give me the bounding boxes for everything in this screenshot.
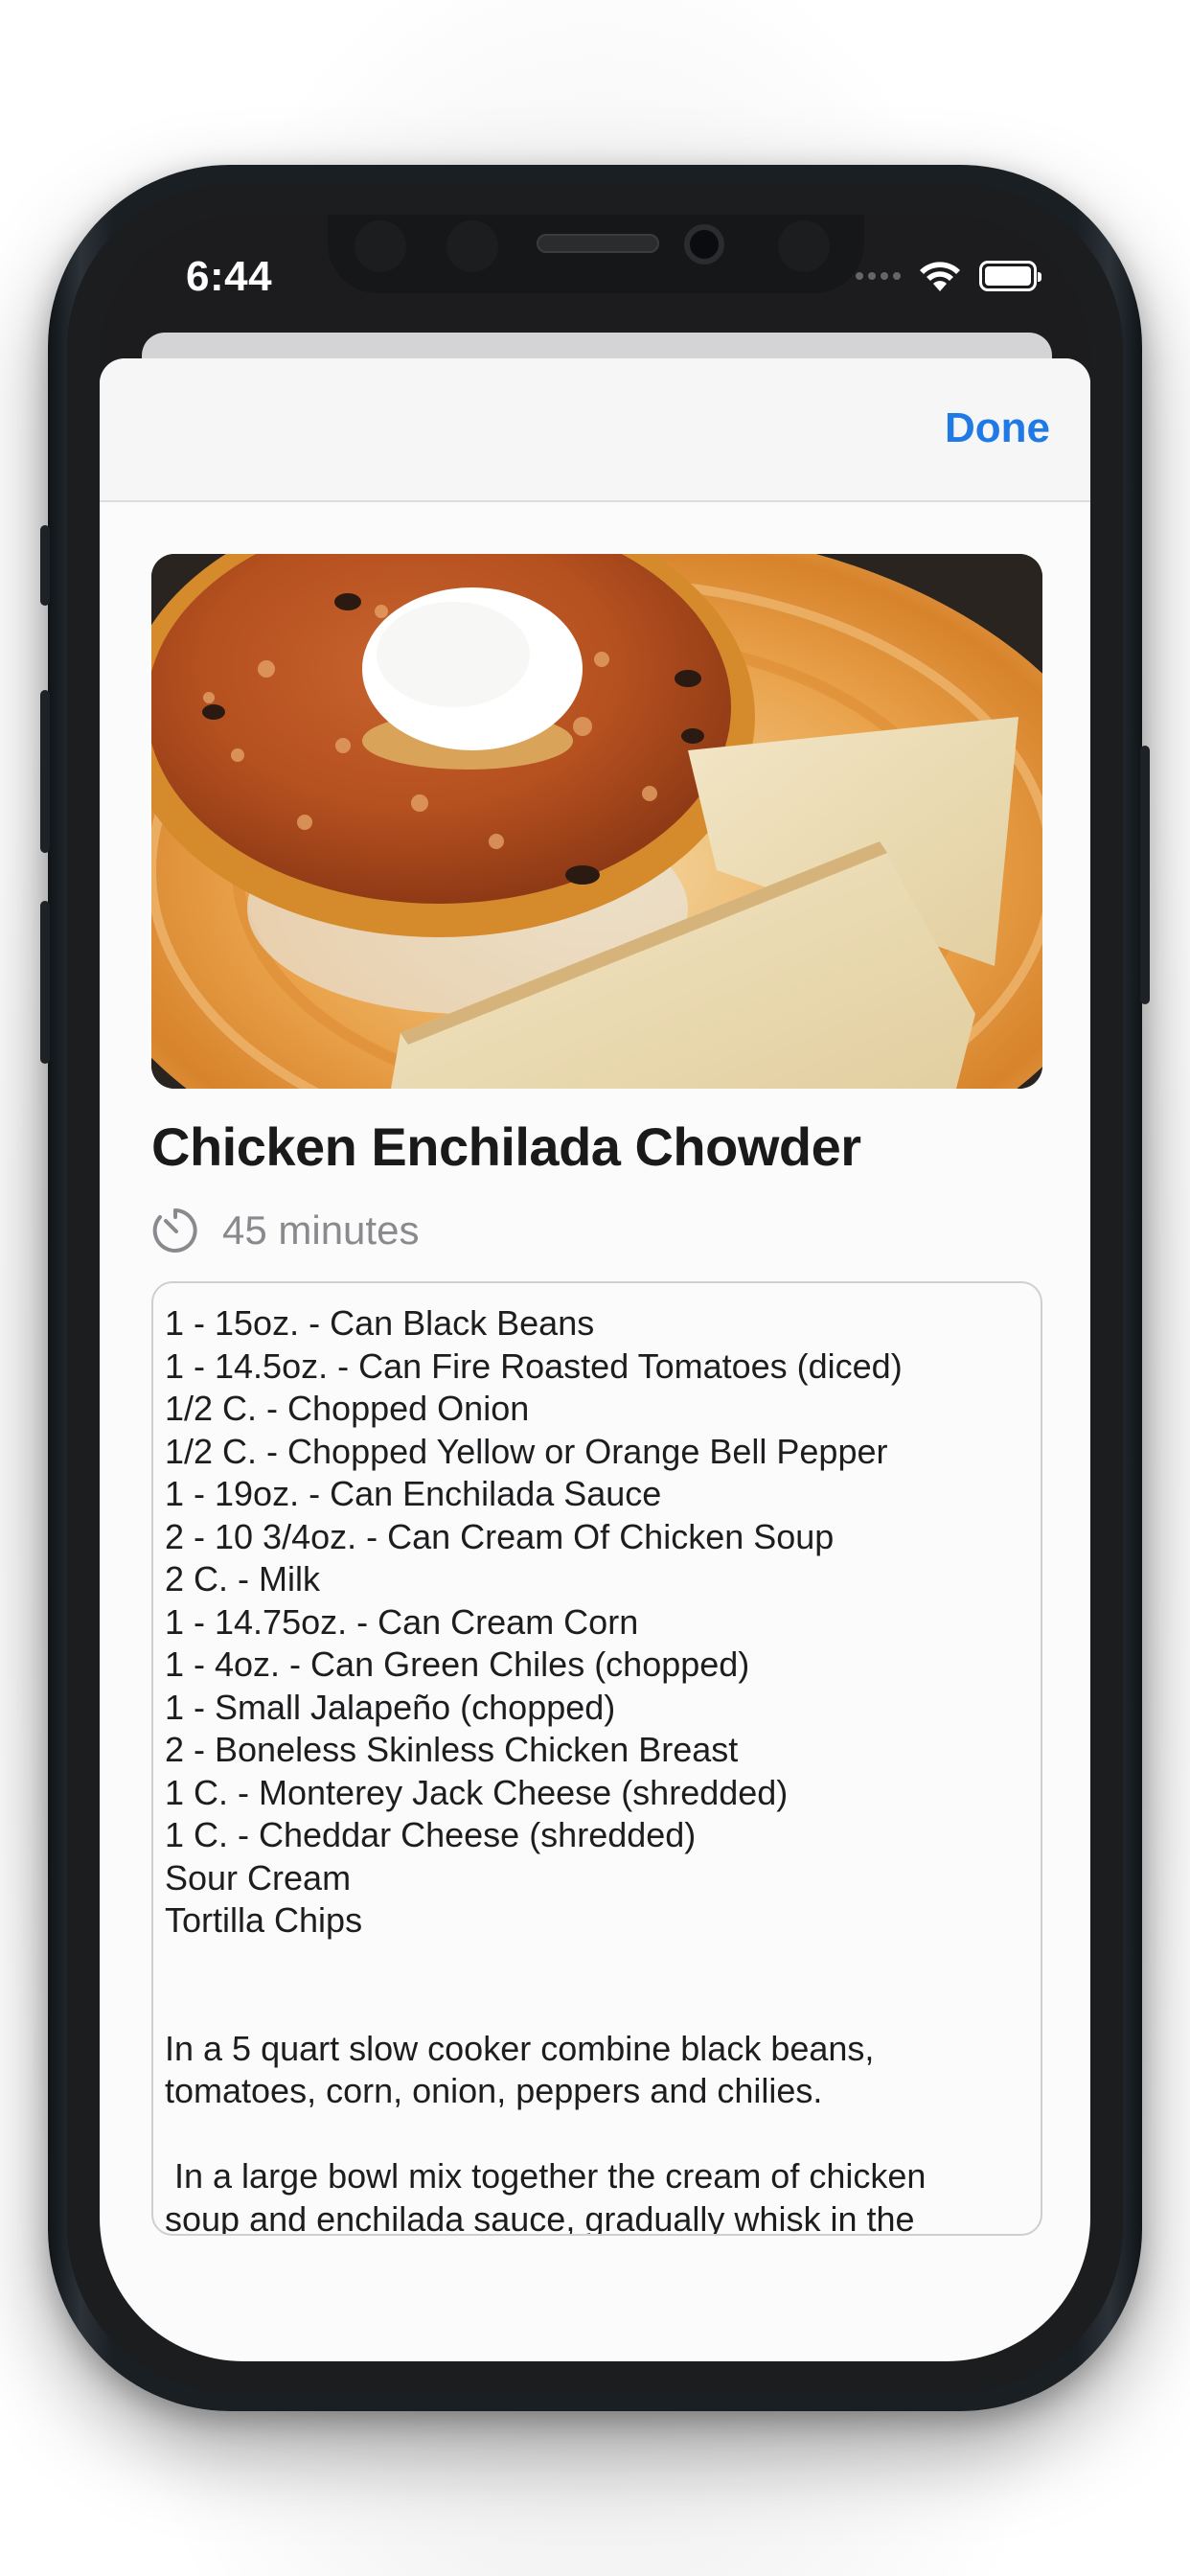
sheet-navigation-bar: Done	[100, 358, 1090, 502]
recipe-content: Chicken Enchilada Chowder 45 minutes 1 -…	[151, 554, 1042, 2236]
sensor-dot	[446, 220, 498, 272]
recipe-text-area[interactable]: 1 - 15oz. - Can Black Beans 1 - 14.5oz. -…	[151, 1281, 1042, 2236]
side-button	[40, 525, 50, 606]
recipe-text-line	[165, 1943, 1029, 1986]
recipe-text-line	[165, 2113, 1029, 2156]
phone-screen: 6:44 Done Chicken Enchilada Chowder 45 m…	[100, 215, 1090, 2361]
power-button	[1140, 746, 1150, 1004]
wifi-icon	[920, 262, 960, 291]
duration-label: 45 minutes	[222, 1208, 420, 1253]
volume-up-button	[40, 690, 50, 853]
recipe-text-line: soup and enchilada sauce, gradually whis…	[165, 2198, 915, 2236]
notch	[328, 215, 864, 293]
sensor-dot	[355, 220, 406, 272]
recipe-text-line: 2 - Boneless Skinless Chicken Breast	[165, 1730, 739, 1769]
recipe-text-line: 1 - Small Jalapeño (chopped)	[165, 1687, 616, 1727]
recipe-text-line: 1/2 C. - Chopped Yellow or Orange Bell P…	[165, 1431, 888, 1471]
cellular-signal-icon	[856, 272, 901, 280]
recipe-duration: 45 minutes	[151, 1207, 1042, 1254]
recipe-text-line: Sour Cream	[165, 1857, 352, 1898]
recipe-text-line: 1 C. - Cheddar Cheese (shredded)	[165, 1815, 697, 1854]
done-button[interactable]: Done	[945, 404, 1050, 452]
timer-icon	[152, 1208, 197, 1253]
recipe-text-line: 1 - 4oz. - Can Green Chiles (chopped)	[165, 1644, 750, 1684]
device-frame-background: 6:44 Done Chicken Enchilada Chowder 45 m…	[0, 0, 1190, 2576]
status-icons	[856, 257, 1041, 295]
volume-down-button	[40, 901, 50, 1064]
front-camera	[684, 224, 724, 264]
recipe-text-line: tomatoes, corn, onion, peppers and chili…	[165, 2071, 823, 2110]
recipe-text-line: Tortilla Chips	[165, 1900, 363, 1940]
recipe-photo	[151, 554, 1042, 1089]
recipe-text-line: In a large bowl mix together the cream o…	[165, 2156, 927, 2196]
recipe-text-line: 1 - 15oz. - Can Black Beans	[165, 1303, 595, 1343]
sensor-dot	[778, 220, 830, 272]
recipe-text-line: 1 - 14.5oz. - Can Fire Roasted Tomatoes …	[165, 1346, 903, 1386]
recipe-text-line	[165, 1985, 1029, 2028]
recipe-text-line: 1 - 19oz. - Can Enchilada Sauce	[165, 1474, 662, 1513]
recipe-text-line: 2 C. - Milk	[165, 1559, 320, 1598]
recipe-text-line: 2 - 10 3/4oz. - Can Cream Of Chicken Sou…	[165, 1516, 835, 1556]
earpiece-speaker	[537, 234, 659, 253]
recipe-sheet: Done Chicken Enchilada Chowder 45 minute…	[100, 358, 1090, 2361]
recipe-text-line: In a 5 quart slow cooker combine black b…	[165, 2028, 875, 2068]
recipe-text-line: 1/2 C. - Chopped Onion	[165, 1389, 530, 1428]
recipe-text-line: 1 - 14.75oz. - Can Cream Corn	[165, 1601, 639, 1642]
recipe-text-line: 1 C. - Monterey Jack Cheese (shredded)	[165, 1772, 789, 1812]
status-time: 6:44	[186, 253, 273, 300]
recipe-title: Chicken Enchilada Chowder	[151, 1116, 861, 1177]
battery-icon	[979, 261, 1041, 291]
